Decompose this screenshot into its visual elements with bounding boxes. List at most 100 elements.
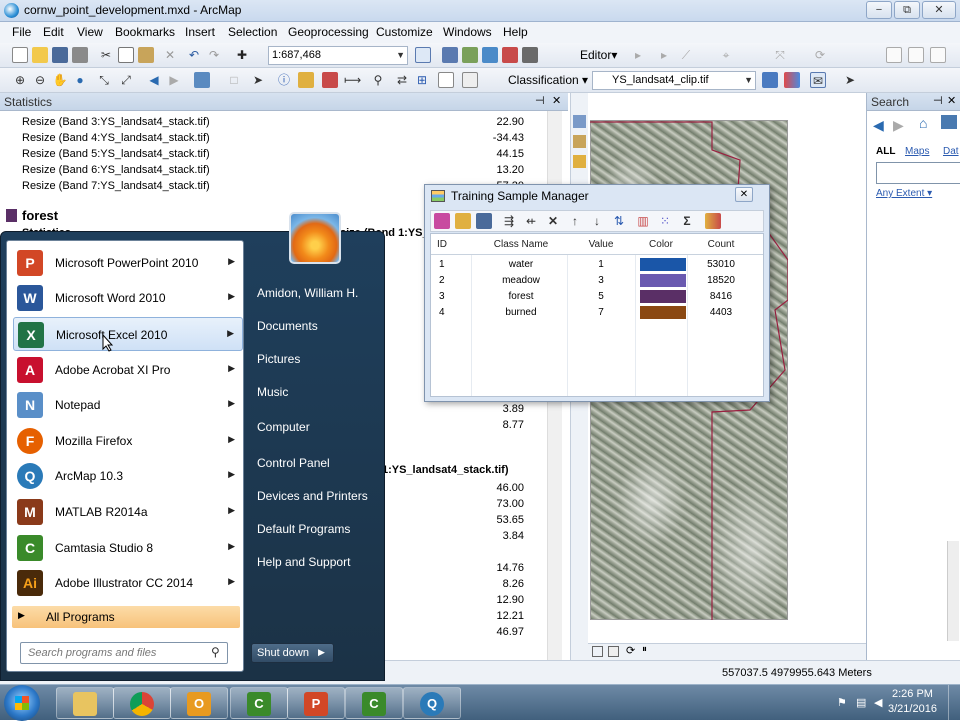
classification-layer-combo[interactable]: YS_landsat4_clip.tif ▼	[592, 71, 756, 90]
select-training-sample-icon[interactable]: ➤	[842, 72, 858, 88]
arctoolbox-icon[interactable]	[502, 47, 518, 63]
catalog-icon[interactable]	[462, 47, 478, 63]
sketch-properties-icon[interactable]	[908, 47, 924, 63]
menu-insert[interactable]: Insert	[185, 25, 215, 39]
chevron-right-icon[interactable]: ▶	[227, 328, 234, 339]
reset-class-values-icon[interactable]: ⇅	[611, 213, 627, 229]
start-right-music[interactable]: Music	[257, 385, 288, 399]
table-of-contents-icon[interactable]	[442, 47, 458, 63]
python-window-icon[interactable]	[522, 47, 538, 63]
chevron-right-icon[interactable]: ▶	[228, 363, 235, 374]
editor-menu[interactable]: Editor▾	[580, 48, 617, 62]
fixed-zoom-in-icon[interactable]: ⤡	[96, 72, 112, 88]
shutdown-button[interactable]: Shut down ▶	[251, 643, 334, 663]
start-right-help-support[interactable]: Help and Support	[257, 555, 350, 569]
taskbar-chrome[interactable]	[113, 687, 171, 719]
menu-geoprocessing[interactable]: Geoprocessing	[288, 25, 369, 39]
search-options-icon[interactable]	[941, 115, 957, 129]
network-icon[interactable]: ▤	[856, 696, 866, 709]
cell-color-swatch[interactable]	[640, 306, 686, 319]
start-search-input[interactable]: Search programs and files ⚲	[20, 642, 228, 664]
search-window-icon[interactable]	[482, 47, 498, 63]
statistics-sigma-icon[interactable]: Σ	[679, 213, 695, 229]
open-folder-icon[interactable]	[32, 47, 48, 63]
column-header-value[interactable]: Value	[586, 239, 616, 250]
save-icon[interactable]	[52, 47, 68, 63]
editor-toolbar-icon[interactable]	[415, 47, 431, 63]
move-down-icon[interactable]: ↓	[589, 213, 605, 229]
chevron-right-icon[interactable]: ▶	[228, 256, 235, 267]
save-training-samples-icon[interactable]	[476, 213, 492, 229]
delete-icon[interactable]: ✕	[545, 213, 561, 229]
back-arrow-icon[interactable]: ◀	[873, 117, 884, 134]
menu-help[interactable]: Help	[503, 25, 528, 39]
rotate-icon[interactable]: ⟳	[812, 47, 828, 63]
redo-icon[interactable]: ↷	[206, 47, 222, 63]
pause-drawing-icon[interactable]: ⏸	[642, 644, 647, 655]
pin-icon[interactable]: ⊣	[933, 94, 943, 107]
create-features-icon[interactable]	[930, 47, 946, 63]
program-item-firefox[interactable]: F Mozilla Firefox ▶	[13, 424, 243, 458]
menu-customize[interactable]: Customize	[376, 25, 433, 39]
minimize-button[interactable]: −	[866, 1, 892, 19]
data-view-icon[interactable]	[608, 646, 619, 657]
program-item-notepad[interactable]: N Notepad ▶	[13, 388, 243, 422]
column-header-color[interactable]: Color	[641, 239, 681, 250]
volume-icon[interactable]: ◀	[874, 696, 882, 709]
program-item-arcmap[interactable]: Q ArcMap 10.3 ▶	[13, 459, 243, 493]
tsm-close-button[interactable]: ✕	[735, 187, 753, 202]
cell-color-swatch[interactable]	[640, 258, 686, 271]
chevron-right-icon[interactable]: ▶	[228, 541, 235, 552]
refresh-icon[interactable]: ⟳	[626, 644, 635, 657]
search-tab-maps[interactable]: Maps	[905, 146, 929, 157]
search-tab-all[interactable]: ALL	[876, 146, 895, 157]
close-button[interactable]: ✕	[922, 1, 956, 19]
table-row[interactable]: 1 water 1 53010	[431, 257, 763, 273]
menu-bookmarks[interactable]: Bookmarks	[115, 25, 175, 39]
select-elements-icon[interactable]: ➤	[250, 72, 266, 88]
taskbar-outlook[interactable]: O	[170, 687, 228, 719]
split-tool-icon[interactable]: ⤧	[772, 47, 788, 63]
find-route-icon[interactable]: ⇄	[394, 72, 410, 88]
find-binoculars-icon[interactable]: ⚲	[370, 72, 386, 88]
program-item-word[interactable]: W Microsoft Word 2010 ▶	[13, 281, 243, 315]
table-row[interactable]: 3 forest 5 8416	[431, 289, 763, 305]
action-center-flag-icon[interactable]: ⚑	[837, 696, 847, 709]
histograms-icon[interactable]: ▥	[635, 213, 651, 229]
create-signature-file-icon[interactable]	[705, 213, 721, 229]
start-right-user[interactable]: Amidon, William H.	[257, 286, 358, 300]
search-scrollbar[interactable]	[947, 541, 959, 641]
restore-button[interactable]: ⧉	[894, 1, 920, 19]
close-icon[interactable]: ✕	[552, 94, 561, 107]
measure-icon[interactable]: ⟼	[344, 72, 361, 88]
undo-icon[interactable]: ↶	[186, 47, 202, 63]
chevron-right-icon[interactable]: ▶	[228, 434, 235, 445]
pan-hand-icon[interactable]: ✋	[52, 72, 68, 88]
cell-color-swatch[interactable]	[640, 274, 686, 287]
all-programs-button[interactable]: ▶ All Programs	[12, 606, 240, 628]
clock-time[interactable]: 2:26 PM	[892, 688, 933, 700]
column-header-count[interactable]: Count	[701, 239, 741, 250]
taskbar-arcmap[interactable]: Q	[403, 687, 461, 719]
program-item-matlab[interactable]: M MATLAB R2014a ▶	[13, 495, 243, 529]
start-right-computer[interactable]: Computer	[257, 420, 310, 434]
zoom-out-icon[interactable]: ⊖	[32, 72, 48, 88]
chevron-right-icon[interactable]: ▶	[228, 469, 235, 480]
fixed-zoom-out-icon[interactable]: ⤢	[118, 72, 134, 88]
menu-view[interactable]: View	[77, 25, 103, 39]
classification-menu[interactable]: Classification ▾	[508, 73, 588, 87]
add-data-icon[interactable]: ✚	[234, 47, 250, 63]
trace-icon[interactable]: ⌖	[718, 47, 734, 63]
chevron-right-icon[interactable]: ▶	[228, 291, 235, 302]
create-viewer-window-icon[interactable]	[462, 72, 478, 88]
column-header-class-name[interactable]: Class Name	[489, 239, 553, 250]
class-probability-icon[interactable]	[784, 72, 800, 88]
clock-date[interactable]: 3/21/2016	[888, 703, 937, 715]
chevron-right-icon[interactable]: ▶	[318, 647, 325, 658]
attributes-icon[interactable]	[886, 47, 902, 63]
go-to-xy-icon[interactable]: ⊞	[414, 72, 430, 88]
edit-annotation-icon[interactable]: ▸	[656, 47, 672, 63]
layout-view-icon[interactable]	[592, 646, 603, 657]
chevron-right-icon[interactable]: ▶	[228, 505, 235, 516]
windows-start-button[interactable]	[4, 685, 40, 721]
